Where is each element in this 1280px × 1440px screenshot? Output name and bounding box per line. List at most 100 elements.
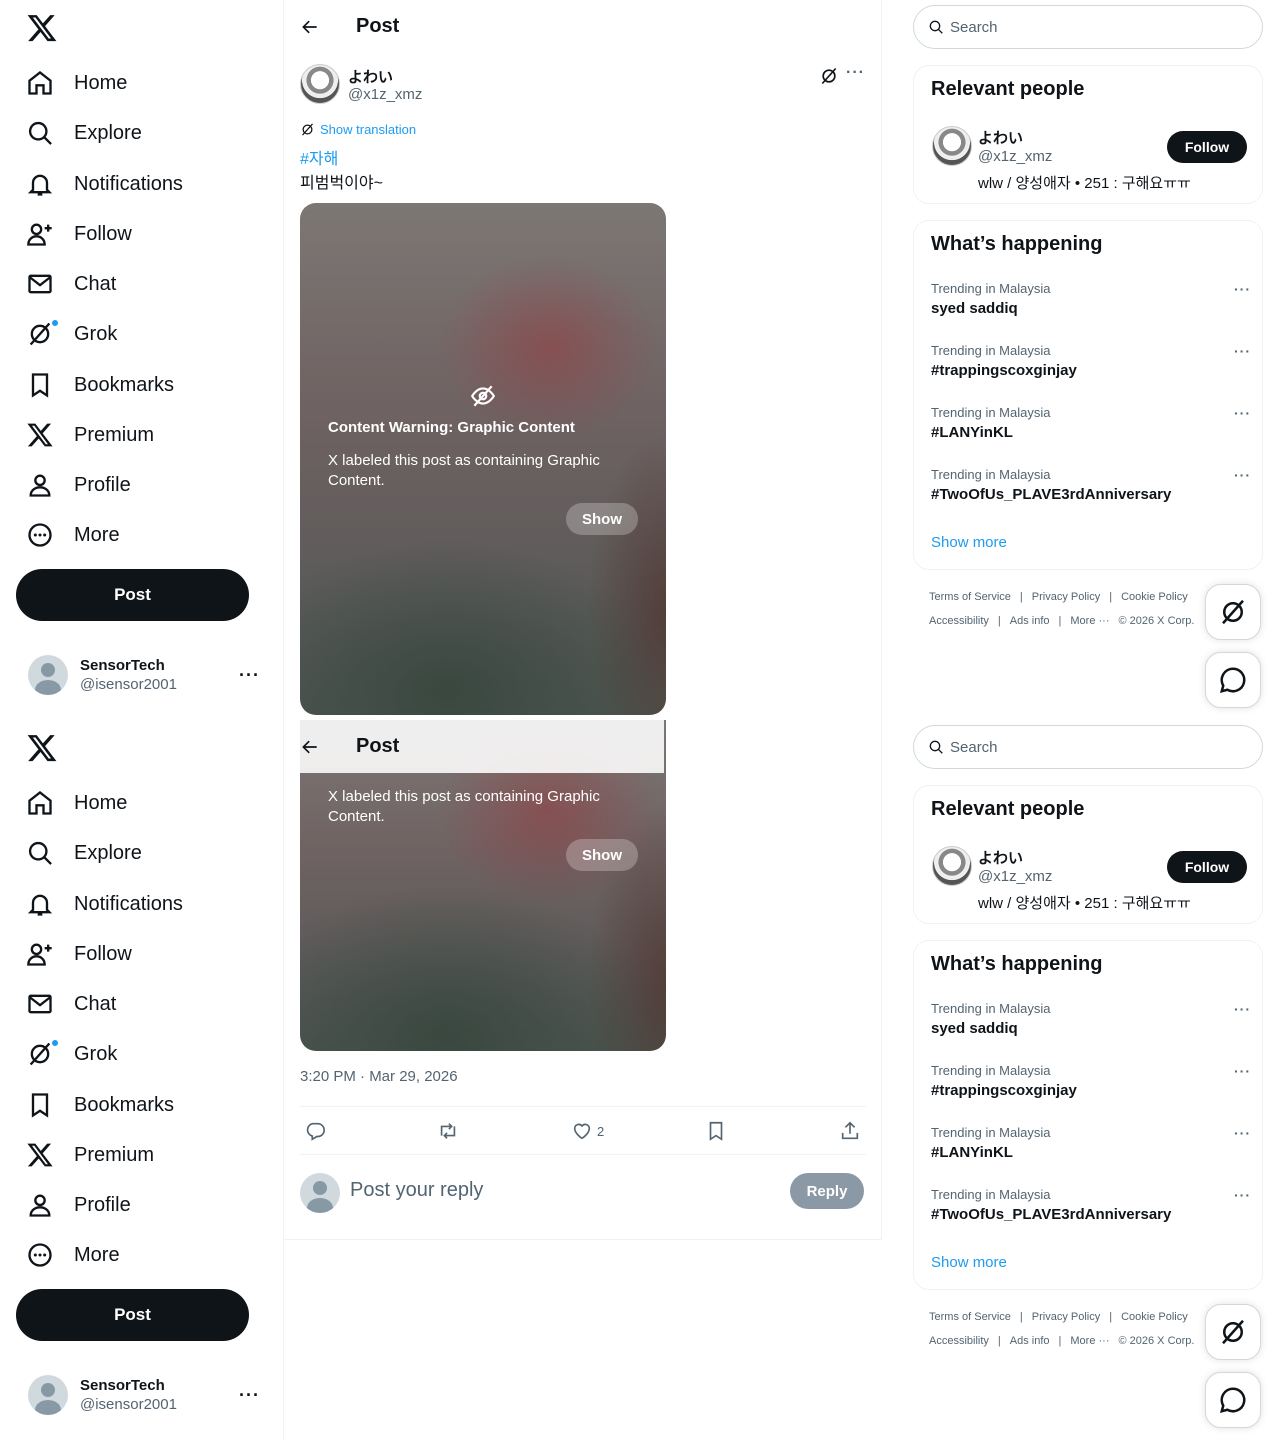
avatar bbox=[300, 1173, 340, 1213]
nav-chat[interactable]: Chat bbox=[26, 984, 116, 1024]
follow-button[interactable]: Follow bbox=[1167, 131, 1247, 163]
bookmark-action[interactable] bbox=[705, 1120, 727, 1142]
nav-premium[interactable]: Premium bbox=[26, 1135, 154, 1175]
nav-home[interactable]: Home bbox=[26, 783, 127, 823]
content-warning-description: X labeled this post as containing Graphi… bbox=[328, 788, 600, 825]
nav-more[interactable]: More bbox=[26, 1235, 120, 1275]
post-button[interactable]: Post bbox=[16, 1289, 249, 1341]
person-avatar[interactable] bbox=[932, 846, 972, 886]
show-more-link[interactable]: Show more bbox=[931, 534, 1007, 551]
nav-follow[interactable]: Follow bbox=[26, 934, 132, 974]
nav-notifications[interactable]: Notifications bbox=[26, 884, 183, 924]
grok-icon bbox=[1218, 597, 1248, 627]
nav-bookmarks[interactable]: Bookmarks bbox=[26, 365, 174, 405]
notification-dot bbox=[51, 319, 59, 327]
person-avatar[interactable] bbox=[932, 126, 972, 166]
trend-item[interactable]: Trending in Malaysia #TwoOfUs_PLAVE3rdAnn… bbox=[931, 467, 1251, 503]
chat-float-button[interactable] bbox=[1205, 1372, 1261, 1428]
search-input[interactable]: Search bbox=[913, 5, 1263, 49]
chat-float-button[interactable] bbox=[1205, 652, 1261, 708]
trend-item[interactable]: Trending in Malaysia #LANYinKL ··· bbox=[931, 1125, 1251, 1161]
person-handle[interactable]: @x1z_xmz bbox=[978, 148, 1052, 165]
person-name[interactable]: よわい bbox=[978, 847, 1023, 868]
post-media[interactable]: Content Warning: Graphic Content X label… bbox=[300, 203, 666, 715]
more-icon[interactable]: ··· bbox=[1234, 1063, 1251, 1079]
trend-item[interactable]: Trending in Malaysia #LANYinKL ··· bbox=[931, 405, 1251, 441]
chat-icon bbox=[1218, 1385, 1248, 1415]
hashtag-link[interactable]: #자해 bbox=[300, 145, 338, 169]
envelope-icon bbox=[26, 270, 54, 298]
author-handle[interactable]: @x1z_xmz bbox=[348, 86, 422, 103]
content-warning-title: Content Warning: Graphic Content bbox=[328, 419, 575, 436]
follow-button[interactable]: Follow bbox=[1167, 851, 1247, 883]
grok-float-button[interactable] bbox=[1205, 1304, 1261, 1360]
nav-profile[interactable]: Profile bbox=[26, 1185, 131, 1225]
x-logo-icon[interactable] bbox=[26, 732, 58, 764]
bell-icon bbox=[26, 890, 54, 918]
share-icon bbox=[839, 1120, 861, 1142]
person-handle[interactable]: @x1z_xmz bbox=[978, 868, 1052, 885]
reply-input[interactable]: Post your reply bbox=[350, 1179, 483, 1202]
post-text: 피범벅이야~ bbox=[300, 175, 383, 192]
more-icon[interactable]: ··· bbox=[1234, 343, 1251, 359]
repost-icon bbox=[437, 1120, 459, 1142]
show-media-button[interactable]: Show bbox=[566, 503, 638, 535]
more-icon[interactable]: ··· bbox=[1234, 467, 1251, 483]
show-more-link[interactable]: Show more bbox=[931, 1254, 1007, 1271]
more-icon[interactable]: ··· bbox=[1234, 1187, 1251, 1203]
more-icon[interactable]: ··· bbox=[1234, 281, 1251, 297]
back-arrow-icon[interactable] bbox=[300, 737, 320, 757]
reply-button[interactable]: Reply bbox=[790, 1173, 864, 1209]
eye-off-icon bbox=[470, 383, 496, 409]
nav-profile[interactable]: Profile bbox=[26, 465, 131, 505]
share-action[interactable] bbox=[839, 1120, 861, 1142]
repost-action[interactable] bbox=[437, 1120, 459, 1142]
trend-item[interactable]: Trending in Malaysia #trappingscoxginjay ·… bbox=[931, 1063, 1251, 1099]
nav-follow[interactable]: Follow bbox=[26, 214, 132, 254]
more-icon[interactable]: ··· bbox=[1234, 1001, 1251, 1017]
page-title: Post bbox=[356, 15, 400, 37]
search-icon bbox=[928, 19, 944, 35]
bookmark-icon bbox=[705, 1120, 727, 1142]
card-title: Relevant people bbox=[931, 78, 1085, 100]
trend-item[interactable]: Trending in Malaysia #TwoOfUs_PLAVE3rdAnn… bbox=[931, 1187, 1251, 1223]
relevant-people-card: Relevant people よわい @x1z_xmz wlw / 양성애자 … bbox=[913, 65, 1263, 204]
nav-grok[interactable]: Grok bbox=[26, 314, 117, 354]
nav-more[interactable]: More bbox=[26, 515, 120, 555]
show-media-button[interactable]: Show bbox=[566, 839, 638, 871]
person-name[interactable]: よわい bbox=[978, 127, 1023, 148]
account-switcher[interactable]: SensorTech @isensor2001 ··· bbox=[16, 1363, 268, 1427]
post-timestamp[interactable]: 3:20 PM · Mar 29, 2026 bbox=[300, 1068, 458, 1085]
more-icon[interactable]: ··· bbox=[239, 665, 260, 686]
nav-premium[interactable]: Premium bbox=[26, 415, 154, 455]
author-avatar[interactable] bbox=[300, 64, 340, 104]
nav-explore[interactable]: Explore bbox=[26, 113, 142, 153]
author-name[interactable]: よわい bbox=[348, 66, 393, 87]
more-icon[interactable]: ··· bbox=[239, 1385, 260, 1406]
search-input[interactable]: Search bbox=[913, 725, 1263, 769]
post-button[interactable]: Post bbox=[16, 569, 249, 621]
trend-item[interactable]: Trending in Malaysia syed saddiq ··· bbox=[931, 1001, 1251, 1037]
nav-explore[interactable]: Explore bbox=[26, 833, 142, 873]
grok-float-button[interactable] bbox=[1205, 584, 1261, 640]
x-logo-icon[interactable] bbox=[26, 12, 58, 44]
trend-item[interactable]: Trending in Malaysia #trappingscoxginjay ·… bbox=[931, 343, 1251, 379]
back-arrow-icon[interactable] bbox=[300, 17, 320, 37]
more-icon[interactable]: ··· bbox=[1234, 1125, 1251, 1141]
notification-dot bbox=[51, 1039, 59, 1047]
reply-action[interactable] bbox=[304, 1120, 326, 1142]
more-icon[interactable]: ··· bbox=[1234, 405, 1251, 421]
nav-notifications[interactable]: Notifications bbox=[26, 164, 183, 204]
like-action[interactable]: 2 bbox=[571, 1120, 604, 1142]
grok-icon[interactable] bbox=[819, 66, 839, 86]
nav-chat[interactable]: Chat bbox=[26, 264, 116, 304]
more-icon[interactable]: ··· bbox=[846, 64, 865, 82]
more-circle-icon bbox=[26, 1241, 54, 1269]
like-count: 2 bbox=[597, 1123, 605, 1139]
account-switcher[interactable]: SensorTech @isensor2001 ··· bbox=[16, 643, 268, 707]
show-translation-link[interactable]: Show translation bbox=[300, 122, 416, 137]
nav-bookmarks[interactable]: Bookmarks bbox=[26, 1085, 174, 1125]
nav-home[interactable]: Home bbox=[26, 63, 127, 103]
nav-grok[interactable]: Grok bbox=[26, 1034, 117, 1074]
trend-item[interactable]: Trending in Malaysia syed saddiq ··· bbox=[931, 281, 1251, 317]
